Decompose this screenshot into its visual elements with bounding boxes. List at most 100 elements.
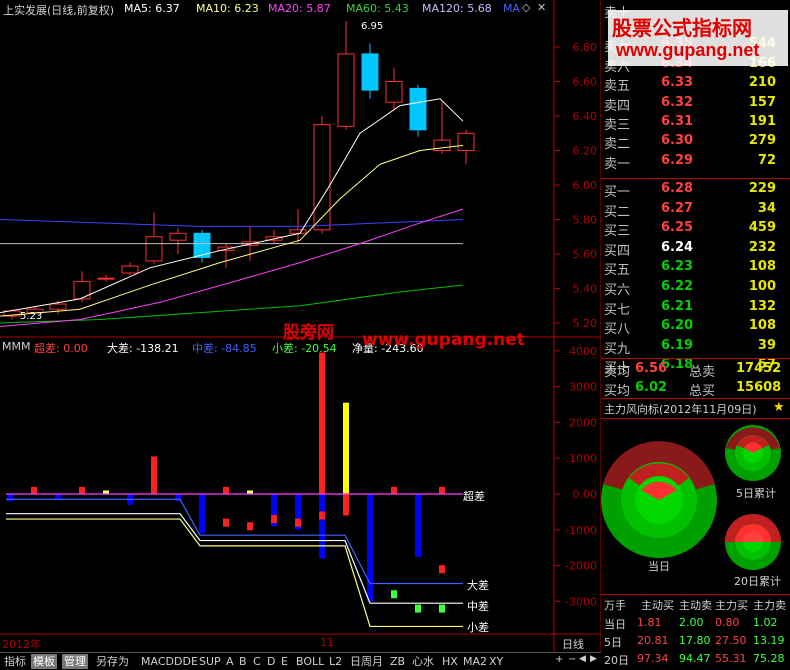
order-book-row[interactable]: 卖五 6.33 210 <box>601 74 790 94</box>
ma20-label: MA20: 5.87 <box>268 2 331 15</box>
toolbar-button-模板[interactable]: 模板 <box>31 654 57 669</box>
toolbar-button-l2[interactable]: L2 <box>327 654 344 669</box>
candle-body <box>49 303 67 310</box>
candle-body <box>289 229 307 234</box>
order-book-row[interactable]: 买九 6.19 39 <box>601 337 790 357</box>
period-label[interactable]: 日线 <box>562 636 584 652</box>
order-book-row[interactable]: 卖二 6.30 279 <box>601 132 790 152</box>
indicator-marker <box>271 515 277 524</box>
flow-header-cell: 主动卖 <box>679 599 712 612</box>
flow-value: 1.02 <box>753 616 778 629</box>
order-price: 6.29 <box>661 152 694 168</box>
order-volume: 34 <box>757 200 776 216</box>
order-book-row[interactable]: 买六 6.22 100 <box>601 278 790 298</box>
order-book-row[interactable]: 买二 6.27 34 <box>601 200 790 220</box>
ma60-label: MA60: 5.43 <box>346 2 409 15</box>
20day-gauge <box>725 514 781 570</box>
toolbar-button-boll[interactable]: BOLL <box>294 654 326 669</box>
year-label: 2012年 <box>2 638 41 651</box>
indicator-tick-label: 2000 <box>569 416 597 429</box>
20day-label: 20日累计 <box>734 575 781 588</box>
toolbar-button-a[interactable]: A <box>224 654 236 669</box>
main-force-wind-panel: 主力风向标(2012年11月09日) ★ 当日 5日累计 20日累计 <box>601 398 790 594</box>
toolbar-button-c[interactable]: C <box>251 654 263 669</box>
order-book-row[interactable]: 卖三 6.31 191 <box>601 113 790 133</box>
total-volume: 15608 <box>736 380 782 395</box>
stock-title: 上实发展(日线,前复权) <box>3 4 115 17</box>
indicator-tick-label: -2000 <box>565 560 597 573</box>
indicator-bar <box>319 352 325 494</box>
indicator-marker <box>247 522 253 531</box>
order-book-row[interactable]: 卖一 6.29 72 <box>601 152 790 172</box>
indicator-name[interactable]: MMM <box>2 340 30 353</box>
indicator-marker <box>295 518 301 527</box>
scroll-right-icon[interactable]: ▶ <box>590 654 597 664</box>
toolbar-button-hx[interactable]: HX <box>440 654 460 669</box>
candlesticks <box>3 21 475 320</box>
indicator-bar <box>367 494 373 602</box>
toolbar-button-心水[interactable]: 心水 <box>410 654 436 669</box>
order-book-row[interactable]: 买五 6.23 108 <box>601 258 790 278</box>
candle-body <box>145 236 163 262</box>
toolbar-button-d[interactable]: D <box>265 654 277 669</box>
high-annotation: 6.95 <box>361 21 384 32</box>
order-level-label: 买二 <box>604 204 631 220</box>
indicator-bar <box>55 494 61 500</box>
ma120-label: MA120: 5.68 <box>422 2 492 15</box>
total-label: 总卖 <box>689 365 716 380</box>
indicator-bar <box>7 494 13 502</box>
scroll-left-icon[interactable]: ◀ <box>579 654 586 664</box>
flow-row-label: 5日 <box>604 636 622 649</box>
order-book-row[interactable]: 买八 6.20 108 <box>601 317 790 337</box>
order-level-label: 卖三 <box>604 118 631 133</box>
chao-label: 超差 <box>463 490 485 503</box>
ma-tag[interactable]: MA <box>503 2 520 15</box>
star-icon[interactable]: ★ <box>773 400 785 415</box>
order-volume: 132 <box>748 298 776 314</box>
da-line <box>6 498 463 585</box>
order-price: 6.21 <box>661 298 694 314</box>
wind-gauges <box>601 425 781 570</box>
flow-header-cell: 万手 <box>604 599 626 612</box>
order-book-row[interactable]: 买三 6.25 459 <box>601 219 790 239</box>
watermark-center-url: www.gupang.net <box>362 330 525 350</box>
indicator-bars <box>7 352 445 613</box>
order-book-row[interactable]: 买一 6.28 229 <box>601 180 790 200</box>
today-label: 当日 <box>648 560 670 573</box>
zoom-out-icon[interactable]: − <box>568 654 576 665</box>
toolbar-button-sup[interactable]: SUP <box>197 654 223 669</box>
order-book-row[interactable]: 买四 6.24 232 <box>601 239 790 259</box>
toolbar-button-xy[interactable]: XY <box>487 654 505 669</box>
order-volume: 39 <box>757 337 776 353</box>
bottom-toolbar: 指标 模板 管理 另存为 MACD DDE SUP A B C D E BOLL L2 日周月 ZB 心水 HX M… <box>0 652 601 670</box>
toolbar-button-管理[interactable]: 管理 <box>62 654 88 669</box>
order-book-row[interactable]: 卖四 6.32 157 <box>601 94 790 114</box>
toolbar-button-指标[interactable]: 指标 <box>2 654 28 669</box>
flow-value: 94.47 <box>679 652 711 665</box>
indicator-tick-label: 0.00 <box>573 488 598 501</box>
flow-value: 2.00 <box>679 616 704 629</box>
order-price: 6.33 <box>661 75 694 91</box>
indicator-da: 大差: -138.21 <box>107 342 179 355</box>
flow-value: 1.81 <box>637 616 662 629</box>
toolbar-button-ma2[interactable]: MA2 <box>461 654 489 669</box>
zoom-in-icon[interactable]: + <box>555 654 563 665</box>
indicator-tick-label: -3000 <box>565 595 597 608</box>
indicator-bar <box>223 486 229 494</box>
close-icon[interactable]: ✕ <box>537 1 546 14</box>
toolbar-button-macd[interactable]: MACD <box>139 654 176 669</box>
flow-value: 97.34 <box>637 652 669 665</box>
toolbar-button-zb[interactable]: ZB <box>388 654 407 669</box>
order-book-row[interactable]: 买七 6.21 132 <box>601 298 790 318</box>
toolbar-button-dde[interactable]: DDE <box>172 654 200 669</box>
diamond-icon[interactable]: ◇ <box>522 1 530 14</box>
toolbar-button-另存为[interactable]: 另存为 <box>94 654 131 669</box>
toolbar-button-e[interactable]: E <box>279 654 290 669</box>
toolbar-button-b[interactable]: B <box>237 654 249 669</box>
candle-body <box>457 132 475 151</box>
ma120-line <box>0 219 464 227</box>
flow-row: 20日 97.34 94.47 55.31 75.28 <box>601 651 790 668</box>
candle-body <box>121 265 139 274</box>
flow-value: 75.28 <box>753 652 785 665</box>
toolbar-button-日周月[interactable]: 日周月 <box>348 654 385 669</box>
